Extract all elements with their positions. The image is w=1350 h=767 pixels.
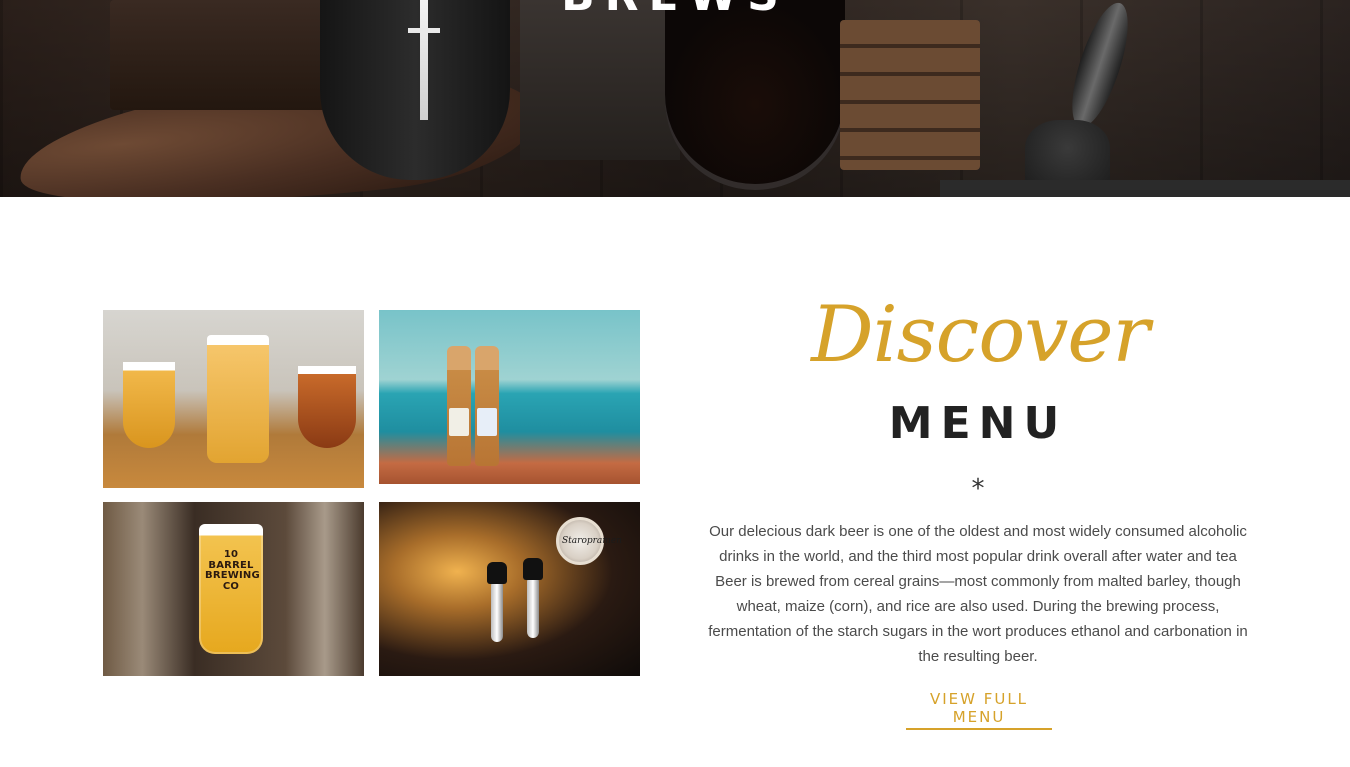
- hero-title: BREWS: [0, 0, 1350, 21]
- branded-pint-icon: 10 BARREL BREWING CO: [199, 524, 263, 654]
- table-edge: [940, 180, 1350, 197]
- parchment-image: [520, 0, 680, 160]
- dark-beer-glass-image: [665, 0, 845, 190]
- section-script-title: Discover: [811, 290, 1150, 380]
- bottle-label: [449, 408, 469, 436]
- section-title: MENU: [888, 398, 1068, 449]
- view-full-menu-link[interactable]: VIEW FULL MENU: [906, 690, 1052, 730]
- gallery-image-branded-pint[interactable]: 10 BARREL BREWING CO: [103, 502, 364, 676]
- gallery-image-beer-taps[interactable]: Staropramen: [379, 502, 640, 676]
- tap-badge-text: Staropramen: [562, 536, 622, 546]
- tap-badge-icon: Staropramen: [556, 517, 622, 565]
- pint-logo-text: 10 BARREL BREWING CO: [205, 549, 260, 592]
- gallery-image-beach-bottles[interactable]: [379, 310, 640, 484]
- hero-banner: BREWS: [0, 0, 1350, 197]
- amber-glass-icon: [298, 366, 356, 448]
- bottle-icon: [475, 346, 499, 466]
- gallery-image-beer-flight[interactable]: [103, 310, 364, 488]
- beer-tap-icon: [523, 558, 543, 638]
- beer-tap-icon: [487, 562, 507, 642]
- section-description: Our delecious dark beer is one of the ol…: [708, 523, 1248, 665]
- bottle-image: [320, 0, 510, 180]
- tulip-glass-icon: [123, 362, 175, 448]
- books-image: [840, 20, 980, 170]
- bottle-label: [477, 408, 497, 436]
- pint-glass-icon: [207, 335, 269, 463]
- bottle-icon: [447, 346, 471, 466]
- divider-asterisk: *: [971, 474, 985, 504]
